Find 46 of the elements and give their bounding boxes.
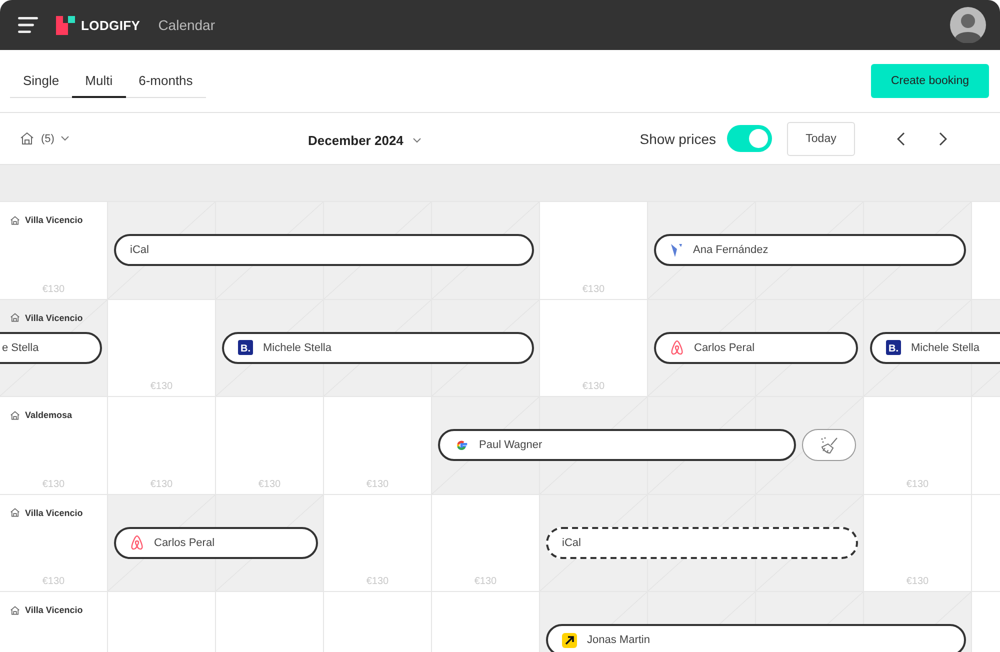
- house-icon: [10, 508, 20, 517]
- page-title: Calendar: [158, 17, 216, 33]
- arrow-badge-icon: [562, 632, 577, 648]
- view-tab[interactable]: Single: [10, 66, 72, 98]
- view-tab[interactable]: Multi: [72, 66, 126, 98]
- booking-bar[interactable]: B. Michele Stella: [222, 332, 534, 364]
- booking-bar[interactable]: Paul Wagner: [438, 429, 796, 461]
- booking-bar[interactable]: Carlos Peral: [654, 332, 858, 364]
- show-prices-label: Show prices: [640, 130, 716, 146]
- booking-bar[interactable]: e Stella: [0, 332, 102, 364]
- house-icon: [10, 606, 20, 614]
- property-name: Villa Vicencio: [25, 508, 83, 518]
- today-button[interactable]: Today: [787, 122, 855, 156]
- menu-icon[interactable]: [18, 17, 38, 33]
- house-icon: [10, 216, 20, 224]
- caret-icon[interactable]: [61, 136, 70, 141]
- booking-bar[interactable]: iCal: [546, 526, 858, 558]
- broom-icon: [819, 436, 839, 454]
- booking-bar[interactable]: Carlos Peral: [114, 526, 318, 558]
- next-icon[interactable]: [939, 132, 947, 146]
- house-icon: [10, 313, 20, 322]
- property-name: Villa Vicencio: [25, 605, 83, 615]
- loop-icon: [670, 340, 684, 355]
- house-icon[interactable]: [20, 132, 34, 145]
- booking-bar[interactable]: iCal: [114, 234, 534, 266]
- property-name: Valdemosa: [25, 410, 72, 420]
- property-name: Villa Vicencio: [25, 215, 83, 225]
- letter-badge-icon: B.: [238, 340, 253, 355]
- view-tab[interactable]: 6-months: [126, 66, 206, 98]
- caret-icon[interactable]: [413, 138, 422, 143]
- brand-name: LODGIFY: [81, 18, 140, 32]
- avatar[interactable]: [950, 7, 986, 43]
- show-prices-toggle[interactable]: [727, 125, 772, 152]
- booking-bar[interactable]: B. Michele Stella: [870, 332, 1000, 364]
- house-icon: [10, 410, 20, 420]
- loop-icon: [130, 535, 144, 550]
- v-shape-icon: [670, 242, 683, 258]
- booking-bar[interactable]: Ana Fernández: [654, 234, 966, 266]
- logo-icon: [56, 16, 75, 34]
- create-booking-button[interactable]: Create booking: [871, 64, 989, 98]
- property-count[interactable]: (5): [41, 132, 54, 144]
- booking-bar[interactable]: Jonas Martin: [546, 624, 966, 652]
- previous-icon[interactable]: [897, 132, 905, 146]
- property-name: Villa Vicencio: [25, 312, 83, 322]
- month-label[interactable]: December 2024: [308, 133, 404, 148]
- letter-badge-icon: B.: [886, 340, 901, 355]
